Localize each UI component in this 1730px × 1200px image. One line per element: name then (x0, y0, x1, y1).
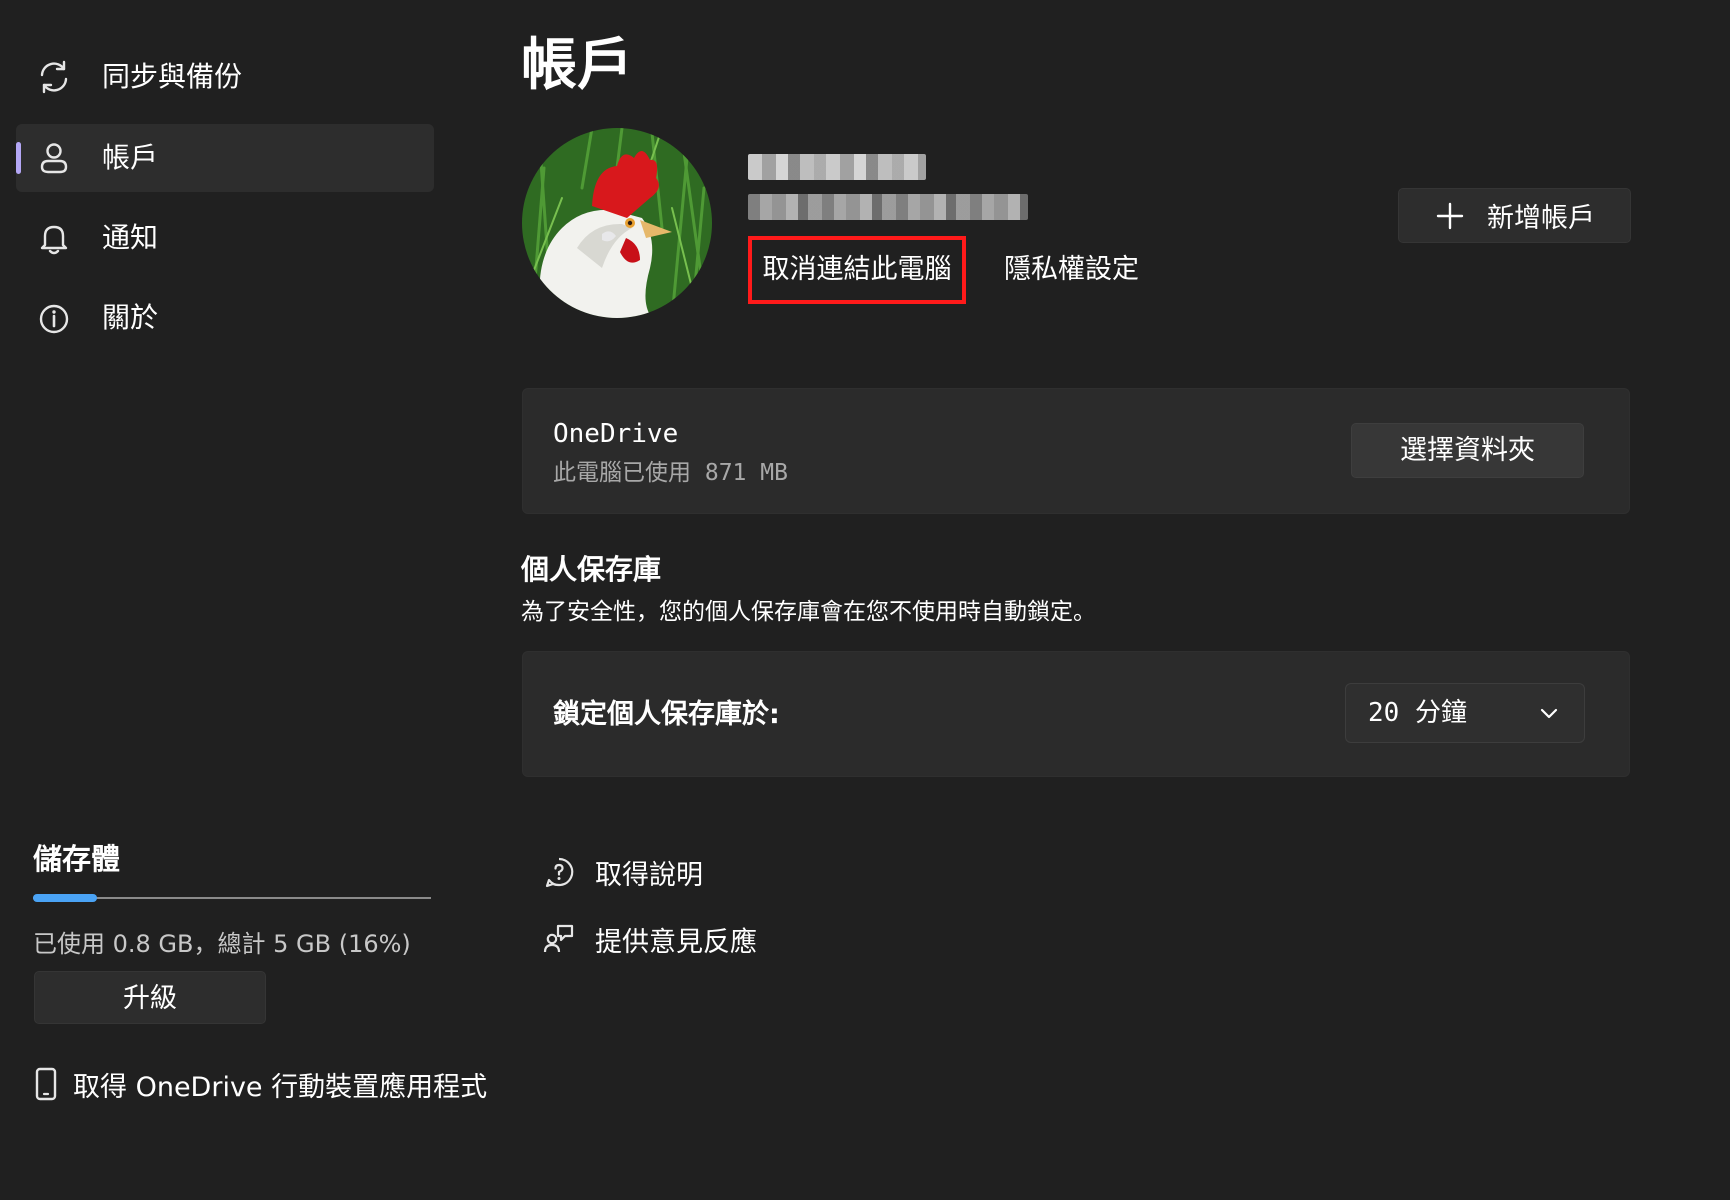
account-name-redacted (748, 154, 926, 180)
storage-progress-fill (33, 894, 97, 902)
person-icon (40, 143, 68, 174)
lock-timeout-dropdown[interactable]: 20 分鐘 (1345, 683, 1585, 743)
onedrive-card: OneDrive 此電腦已使用 871 MB 選擇資料夾 (522, 388, 1630, 514)
personal-vault-card: 鎖定個人保存庫於: 20 分鐘 (522, 651, 1630, 777)
phone-icon (35, 1067, 57, 1101)
sidebar-item-account[interactable]: 帳戶 (16, 124, 434, 192)
sidebar-item-label: 通知 (102, 221, 159, 254)
onedrive-settings-window: 同步與備份 帳戶 通知 關於 儲存體 已使用 0.8 GB，總計 5 GB (1… (0, 0, 1730, 1200)
sidebar-item-label: 帳戶 (102, 141, 159, 174)
plus-icon (1436, 202, 1464, 229)
personal-vault-description: 為了安全性，您的個人保存庫會在您不使用時自動鎖定。 (521, 599, 1096, 625)
feedback-icon (543, 924, 574, 953)
add-account-button[interactable]: 新增帳戶 (1398, 188, 1631, 243)
chevron-down-icon (1540, 708, 1558, 719)
sidebar-item-about[interactable]: 關於 (16, 284, 434, 352)
help-icon (545, 857, 574, 888)
account-email-redacted (748, 194, 1028, 220)
avatar (522, 128, 712, 318)
choose-folders-button[interactable]: 選擇資料夾 (1351, 423, 1584, 478)
onedrive-usage: 此電腦已使用 871 MB (553, 460, 788, 486)
lock-vault-label: 鎖定個人保存庫於: (553, 699, 780, 730)
info-icon (39, 304, 69, 334)
bell-icon (40, 225, 68, 255)
get-mobile-app-link[interactable]: 取得 OneDrive 行動裝置應用程式 (33, 1064, 487, 1104)
privacy-settings-link[interactable]: 隱私權設定 (1004, 250, 1139, 290)
get-mobile-app-label: 取得 OneDrive 行動裝置應用程式 (73, 1071, 488, 1103)
unlink-this-pc-link[interactable]: 取消連結此電腦 (748, 236, 966, 304)
page-title: 帳戶 (521, 33, 633, 98)
sidebar-item-sync-backup[interactable]: 同步與備份 (16, 43, 434, 111)
sidebar-item-label: 關於 (102, 301, 159, 334)
onedrive-title: OneDrive (553, 419, 679, 449)
storage-usage-text: 已使用 0.8 GB，總計 5 GB (16%) (33, 930, 411, 958)
sidebar-item-notifications[interactable]: 通知 (16, 204, 434, 272)
personal-vault-title: 個人保存庫 (521, 553, 662, 586)
storage-title: 儲存體 (33, 842, 121, 876)
lock-timeout-value: 20 分鐘 (1368, 698, 1467, 728)
get-help-link[interactable]: 取得說明 (543, 850, 703, 894)
active-indicator (16, 142, 21, 174)
upgrade-button[interactable]: 升級 (34, 971, 266, 1024)
rooster-avatar-image (522, 128, 712, 318)
get-help-label: 取得說明 (595, 859, 703, 891)
sync-icon (40, 60, 68, 94)
add-account-label: 新增帳戶 (1487, 203, 1595, 234)
send-feedback-label: 提供意見反應 (595, 926, 757, 958)
storage-progress-bar (33, 894, 431, 902)
send-feedback-link[interactable]: 提供意見反應 (543, 917, 757, 961)
sidebar-item-label: 同步與備份 (102, 60, 243, 93)
